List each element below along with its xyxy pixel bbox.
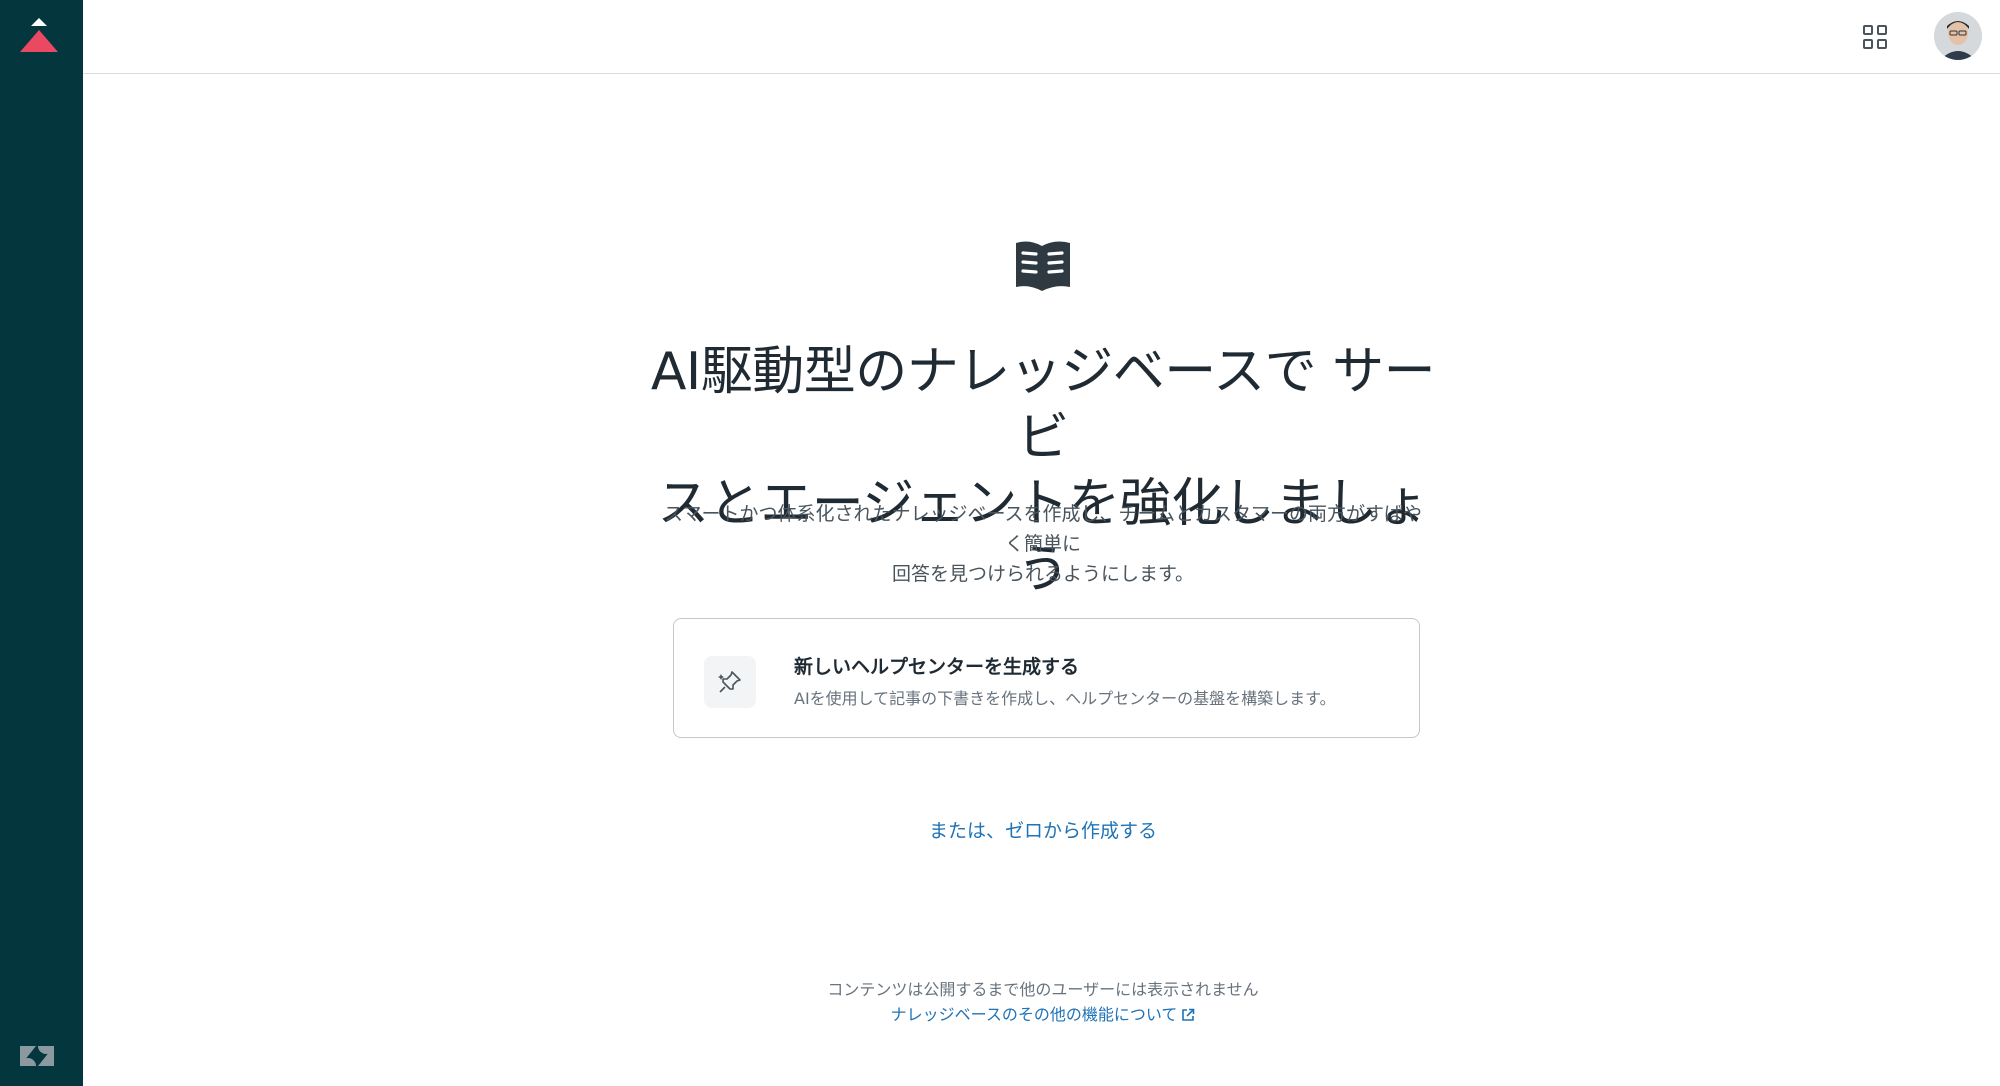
page-description: スマートかつ体系化されたナレッジベースを作成し、チームとカスタマーの両方がすばや…	[663, 499, 1423, 589]
card-title: 新しいヘルプセンターを生成する	[794, 656, 1080, 678]
top-bar	[83, 0, 2000, 74]
learn-more-link[interactable]: ナレッジベースのその他の機能について	[683, 1001, 1403, 1026]
user-avatar[interactable]	[1934, 12, 1982, 60]
learn-more-label: ナレッジベースのその他の機能について	[890, 1005, 1178, 1024]
apps-grid-icon[interactable]	[1858, 20, 1892, 54]
generate-help-center-card[interactable]: 新しいヘルプセンターを生成する AIを使用して記事の下書きを作成し、ヘルプセンタ…	[673, 618, 1420, 738]
external-link-icon	[1181, 1007, 1195, 1026]
card-description: AIを使用して記事の下書きを作成し、ヘルプセンターの基盤を構築します。	[794, 689, 1336, 708]
book-open-icon	[1012, 235, 1074, 297]
main-content: AI駆動型のナレッジベースで サービ スとエージェントを強化しましょう スマート…	[83, 75, 2000, 1086]
product-logo-icon[interactable]	[18, 16, 60, 54]
create-from-scratch-link[interactable]: または、ゼロから作成する	[783, 816, 1303, 843]
sparkle-pin-icon	[704, 656, 756, 708]
visibility-note: コンテンツは公開するまで他のユーザーには表示されません	[827, 980, 1259, 999]
description-line-1: スマートかつ体系化されたナレッジベースを作成し、チームとカスタマーの両方がすばや…	[664, 503, 1422, 555]
sidebar	[0, 0, 83, 1086]
description-line-2: 回答を見つけられるようにします。	[891, 563, 1195, 585]
headline-line-1: AI駆動型のナレッジベースで サービ	[650, 342, 1436, 468]
zendesk-logo-icon[interactable]	[18, 1040, 58, 1072]
